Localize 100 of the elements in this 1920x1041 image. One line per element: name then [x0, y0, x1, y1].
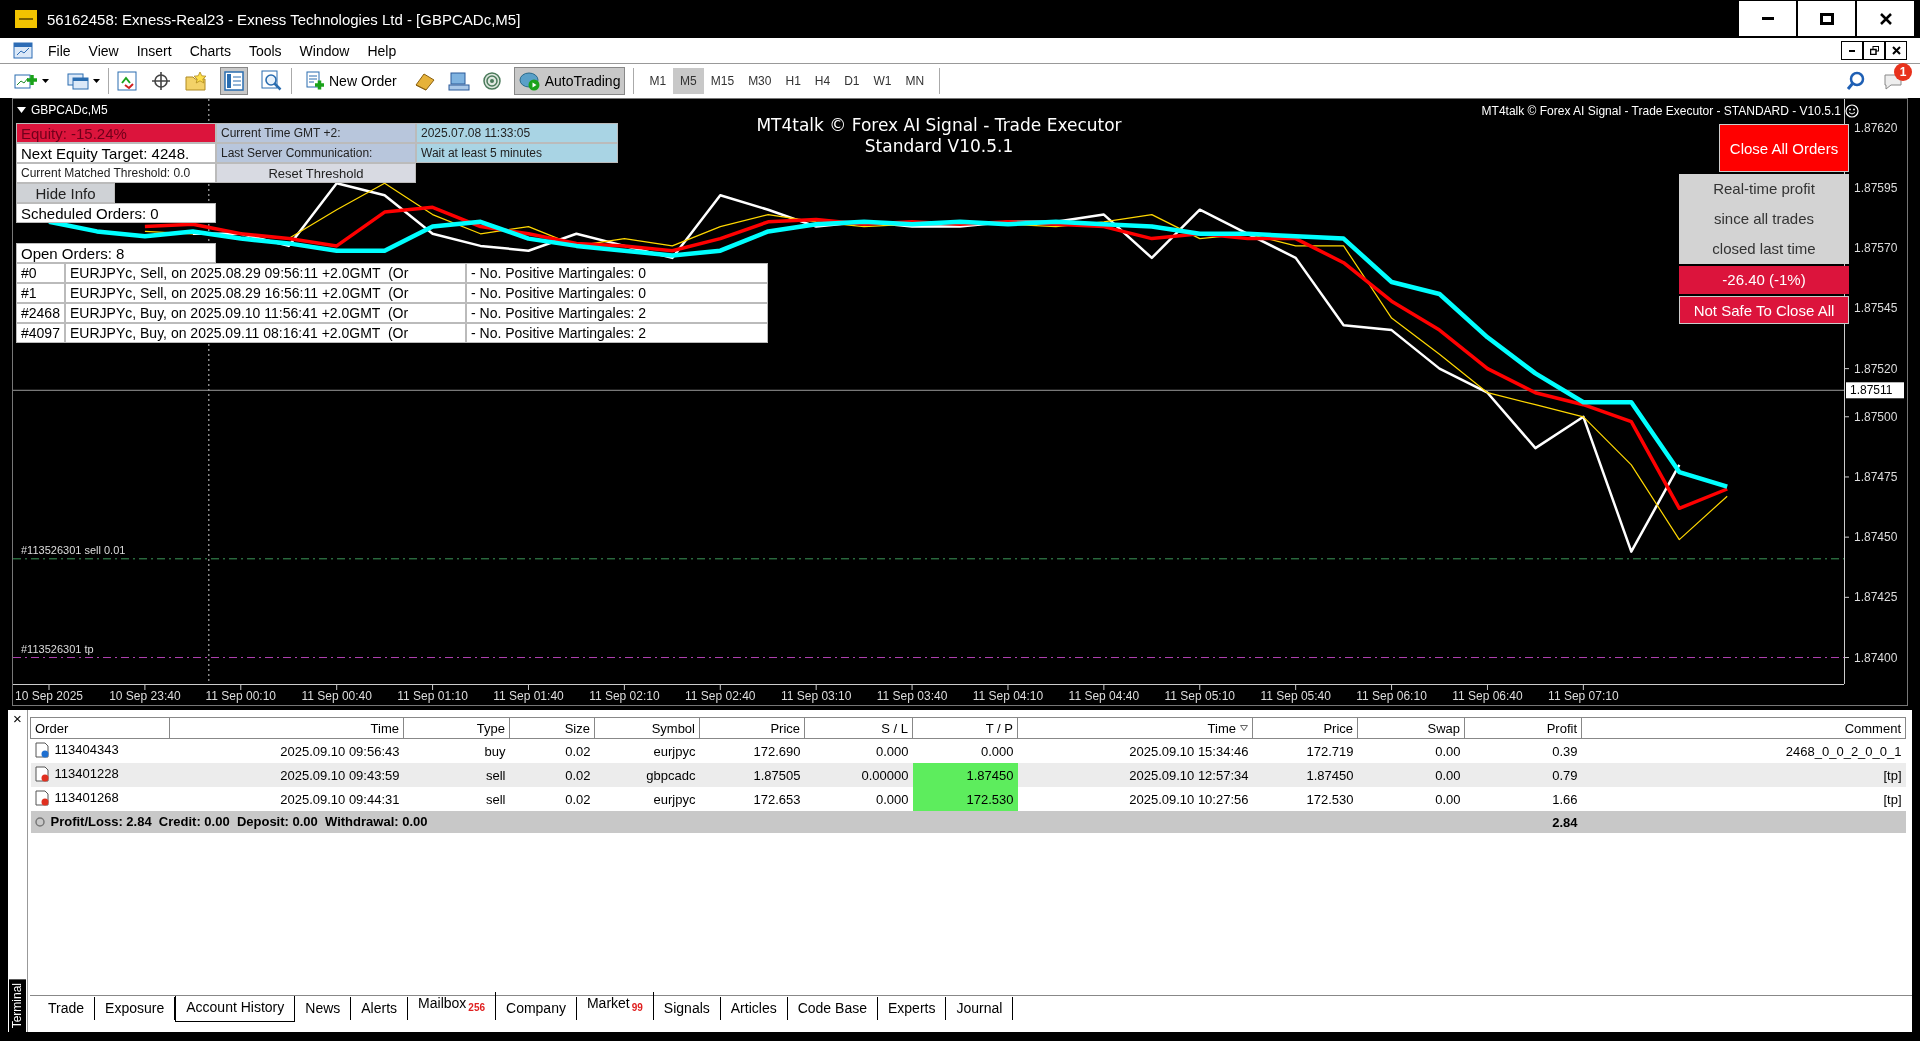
- autotrading-button[interactable]: AutoTrading: [513, 67, 626, 95]
- current-price-label: 1.87511: [1846, 382, 1904, 399]
- caret-icon[interactable]: [93, 79, 100, 83]
- notification-badge: 1: [1894, 63, 1912, 81]
- timeframe-button[interactable]: W1: [866, 68, 899, 94]
- menu-item[interactable]: Window: [290, 40, 359, 61]
- order-description: EURJPYc, Buy, on 2025.09.10 11:56:41 +2.0GMT (Or: [65, 303, 466, 323]
- price-axis-label: 1.87620: [1854, 120, 1898, 135]
- column-header[interactable]: Size: [509, 717, 595, 739]
- restore-button[interactable]: [1863, 41, 1885, 60]
- column-header[interactable]: Price: [699, 717, 805, 739]
- column-header[interactable]: T / P: [912, 717, 1018, 739]
- table-cell: 1.66: [1464, 787, 1582, 811]
- tab[interactable]: Journal: [946, 997, 1014, 1020]
- timeframe-button[interactable]: D1: [837, 68, 867, 94]
- menu-item[interactable]: Help: [358, 40, 406, 61]
- table-cell: gbpcadc: [594, 763, 700, 787]
- summary-text: Profit/Loss: 2.84 Credit: 0.00 Deposit: 0.00 Withdrawal: 0.00: [50, 814, 428, 830]
- table-cell: 0.39: [1464, 738, 1582, 763]
- tab[interactable]: Market$_{99}$: [576, 992, 654, 1020]
- time-axis-label: 11 Sep 02:10: [589, 689, 660, 703]
- close-button[interactable]: [1856, 0, 1915, 37]
- menu-item[interactable]: Charts: [180, 40, 240, 61]
- time-axis-label: 11 Sep 03:40: [876, 689, 948, 703]
- sell-order-icon: [34, 765, 49, 782]
- minimize-button[interactable]: [1738, 0, 1797, 37]
- menu-item[interactable]: File: [39, 40, 80, 61]
- price-axis-label: 1.87545: [1854, 301, 1898, 316]
- close-button[interactable]: ×: [13, 710, 22, 726]
- target-icon[interactable]: [481, 71, 502, 91]
- magnifier-icon[interactable]: [261, 70, 283, 92]
- table-cell: 0.00000: [804, 763, 913, 787]
- menu-item[interactable]: Tools: [239, 40, 291, 61]
- tab[interactable]: Trade: [38, 997, 96, 1020]
- tab[interactable]: Code Base: [787, 997, 878, 1020]
- close-all-orders-button[interactable]: Close All Orders: [1719, 124, 1849, 172]
- window-title: 56162458: Exness-Real23 - Exness Technologies Ltd - [GBPCADc,M5]: [47, 10, 521, 28]
- timeframe-button[interactable]: MN: [898, 68, 932, 94]
- time-axis-label: 11 Sep 01:10: [397, 689, 468, 703]
- not-safe-button[interactable]: Not Safe To Close All: [1679, 296, 1849, 324]
- close-button[interactable]: [1885, 41, 1907, 60]
- column-header[interactable]: Type: [403, 717, 510, 739]
- maximize-button[interactable]: [1797, 0, 1856, 37]
- order-line-label: #113526301 sell 0.01: [21, 543, 126, 556]
- table-cell: 0.02: [509, 787, 595, 811]
- table-cell: 172.530: [912, 787, 1018, 811]
- chart-icon[interactable]: [117, 71, 137, 91]
- ingot-icon[interactable]: [413, 71, 436, 91]
- dropdown-icon[interactable]: [17, 107, 26, 113]
- search-icon[interactable]: [1846, 71, 1866, 91]
- tab[interactable]: Signals: [653, 997, 721, 1020]
- column-header[interactable]: Price: [1252, 717, 1358, 739]
- column-header[interactable]: Comment: [1581, 717, 1906, 739]
- chart-title: Standard V10.5.1: [864, 136, 1014, 157]
- reset-threshold-button[interactable]: Reset Threshold: [216, 163, 416, 183]
- timeframe-button[interactable]: M30: [741, 68, 779, 94]
- tab[interactable]: Company: [496, 997, 577, 1020]
- table-cell: 2025.09.10 09:56:43: [169, 738, 404, 763]
- time-axis-label: 11 Sep 00:40: [301, 689, 372, 703]
- price-axis-label: 1.87570: [1854, 241, 1898, 256]
- column-header[interactable]: Order: [30, 717, 170, 739]
- column-header[interactable]: Swap: [1357, 717, 1465, 739]
- tab[interactable]: Articles: [720, 997, 788, 1020]
- crosshair-icon[interactable]: [151, 71, 171, 91]
- column-header[interactable]: Time: [169, 717, 404, 739]
- tab[interactable]: Alerts: [351, 997, 409, 1020]
- table-cell: 113401228: [54, 766, 119, 781]
- timeframe-button[interactable]: H4: [807, 68, 838, 94]
- tab[interactable]: Mailbox$_{256}$: [408, 992, 496, 1020]
- column-header[interactable]: Time: [1017, 717, 1253, 739]
- menu-item[interactable]: Insert: [127, 40, 181, 61]
- tab[interactable]: Experts: [877, 997, 947, 1020]
- timeframe-button[interactable]: M15: [703, 68, 742, 94]
- timeframe-button[interactable]: M5: [673, 68, 704, 94]
- hide-info-button[interactable]: Hide Info: [16, 183, 115, 203]
- sell-order-icon: [34, 789, 49, 806]
- column-header[interactable]: Profit: [1464, 717, 1582, 739]
- column-header[interactable]: S / L: [804, 717, 913, 739]
- minimize-button[interactable]: [1841, 41, 1863, 60]
- caret-icon[interactable]: [42, 79, 49, 83]
- column-header[interactable]: Symbol: [594, 717, 700, 739]
- menu-item[interactable]: View: [79, 40, 128, 61]
- tab[interactable]: News: [295, 997, 352, 1020]
- folder-star-icon[interactable]: [185, 71, 207, 91]
- close-icon: [1891, 46, 1901, 55]
- app-icon[interactable]: [13, 41, 33, 60]
- timeframe-button[interactable]: M1: [642, 68, 674, 94]
- price-axis-label: 1.87425: [1854, 590, 1898, 605]
- table-cell: 0.00: [1357, 787, 1465, 811]
- smiley-icon: [1845, 104, 1859, 118]
- time-axis-label: 11 Sep 03:10: [780, 689, 852, 703]
- profit-caption: closed last time: [1712, 239, 1816, 259]
- count-label: 256: [468, 1002, 485, 1013]
- table-cell: 113401268: [54, 790, 119, 805]
- computer-icon[interactable]: [447, 71, 470, 91]
- list-icon[interactable]: [221, 68, 247, 94]
- windows-icon[interactable]: [67, 71, 89, 91]
- tab[interactable]: Account History: [175, 996, 296, 1022]
- timeframe-button[interactable]: H1: [778, 68, 808, 94]
- table-cell: sell: [403, 763, 510, 787]
